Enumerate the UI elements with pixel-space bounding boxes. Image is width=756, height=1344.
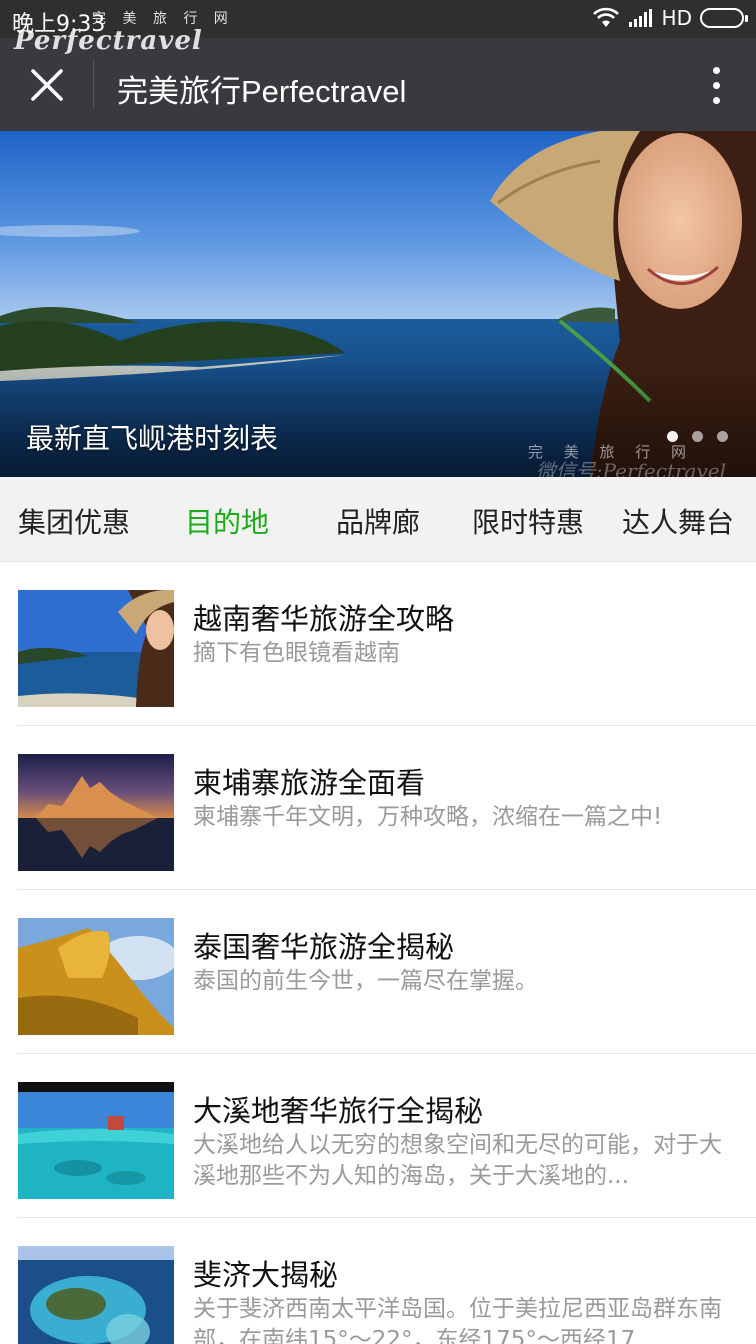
list-item[interactable]: 越南奢华旅游全攻略 摘下有色眼镜看越南 bbox=[0, 562, 756, 726]
list-item[interactable]: 斐济大揭秘 关于斐济西南太平洋岛国。位于美拉尼西亚岛群东南部，在南纬15°～22… bbox=[0, 1218, 756, 1344]
article-summary: 泰国的前生今世，一篇尽在掌握。 bbox=[193, 968, 538, 994]
banner-carousel[interactable]: 最新直飞岘港时刻表 完 美 旅 行 网 微信号:Perfectravel bbox=[0, 131, 756, 477]
article-thumbnail bbox=[18, 590, 174, 707]
more-vertical-icon bbox=[712, 66, 720, 74]
network-type: HD bbox=[661, 6, 692, 30]
page-title: 完美旅行Perfectravel bbox=[117, 74, 407, 109]
carousel-dot[interactable] bbox=[667, 431, 678, 442]
battery-icon bbox=[700, 8, 748, 28]
close-button[interactable] bbox=[22, 60, 72, 110]
signal-icon bbox=[628, 9, 652, 27]
tab-destinations[interactable]: 目的地 bbox=[185, 501, 269, 541]
article-summary: 摘下有色眼镜看越南 bbox=[193, 640, 400, 666]
article-title: 柬埔寨旅游全面看 bbox=[193, 766, 426, 800]
article-thumbnail bbox=[18, 1082, 174, 1199]
angkor-wat-image bbox=[18, 754, 174, 871]
article-title: 斐济大揭秘 bbox=[193, 1258, 339, 1292]
article-summary: 柬埔寨千年文明，万种攻略，浓缩在一篇之中! bbox=[193, 804, 663, 830]
carousel-dot[interactable] bbox=[692, 431, 703, 442]
watermark-chinese: 完 美 旅 行 网 bbox=[92, 11, 234, 27]
status-indicators: HD bbox=[592, 6, 748, 30]
article-title: 越南奢华旅游全攻略 bbox=[193, 602, 455, 636]
category-tabs: 集团优惠 目的地 品牌廊 限时特惠 达人舞台 bbox=[0, 477, 756, 562]
wifi-icon bbox=[592, 7, 619, 27]
list-item[interactable]: 大溪地奢华旅行全揭秘 大溪地给人以无穷的想象空间和无尽的可能，对于大溪地那些不为… bbox=[0, 1054, 756, 1218]
article-thumbnail bbox=[18, 1246, 174, 1344]
list-item[interactable]: 泰国奢华旅游全揭秘 泰国的前生今世，一篇尽在掌握。 bbox=[0, 890, 756, 1054]
article-thumbnail bbox=[18, 754, 174, 871]
vietnam-coast-image bbox=[18, 590, 174, 707]
article-title: 泰国奢华旅游全揭秘 bbox=[193, 930, 455, 964]
tab-expert-stage[interactable]: 达人舞台 bbox=[622, 501, 734, 541]
list-item[interactable]: 柬埔寨旅游全面看 柬埔寨千年文明，万种攻略，浓缩在一篇之中! bbox=[0, 726, 756, 890]
golden-buddha-image bbox=[18, 918, 174, 1035]
nav-divider bbox=[93, 60, 94, 108]
banner-caption: 最新直飞岘港时刻表 bbox=[26, 422, 279, 455]
close-icon bbox=[31, 69, 63, 101]
article-thumbnail bbox=[18, 918, 174, 1035]
more-button[interactable] bbox=[696, 60, 736, 110]
tab-limited-deals[interactable]: 限时特惠 bbox=[472, 501, 584, 541]
tab-brand-gallery[interactable]: 品牌廊 bbox=[336, 501, 420, 541]
tahiti-lagoon-image bbox=[18, 1082, 174, 1199]
article-title: 大溪地奢华旅行全揭秘 bbox=[193, 1094, 484, 1128]
article-summary: 大溪地给人以无穷的想象空间和无尽的可能，对于大溪地那些不为人知的海岛，关于大溪地… bbox=[193, 1132, 722, 1189]
fiji-island-image bbox=[18, 1246, 174, 1344]
watermark-english: Perfectravel bbox=[14, 26, 203, 56]
article-summary: 关于斐济西南太平洋岛国。位于美拉尼西亚岛群东南部，在南纬15°～22°，东经17… bbox=[193, 1296, 722, 1344]
carousel-indicator bbox=[667, 431, 728, 442]
carousel-dot[interactable] bbox=[717, 431, 728, 442]
tab-group-offers[interactable]: 集团优惠 bbox=[18, 501, 130, 541]
banner-watermark-english: 微信号:Perfectravel bbox=[535, 459, 726, 477]
